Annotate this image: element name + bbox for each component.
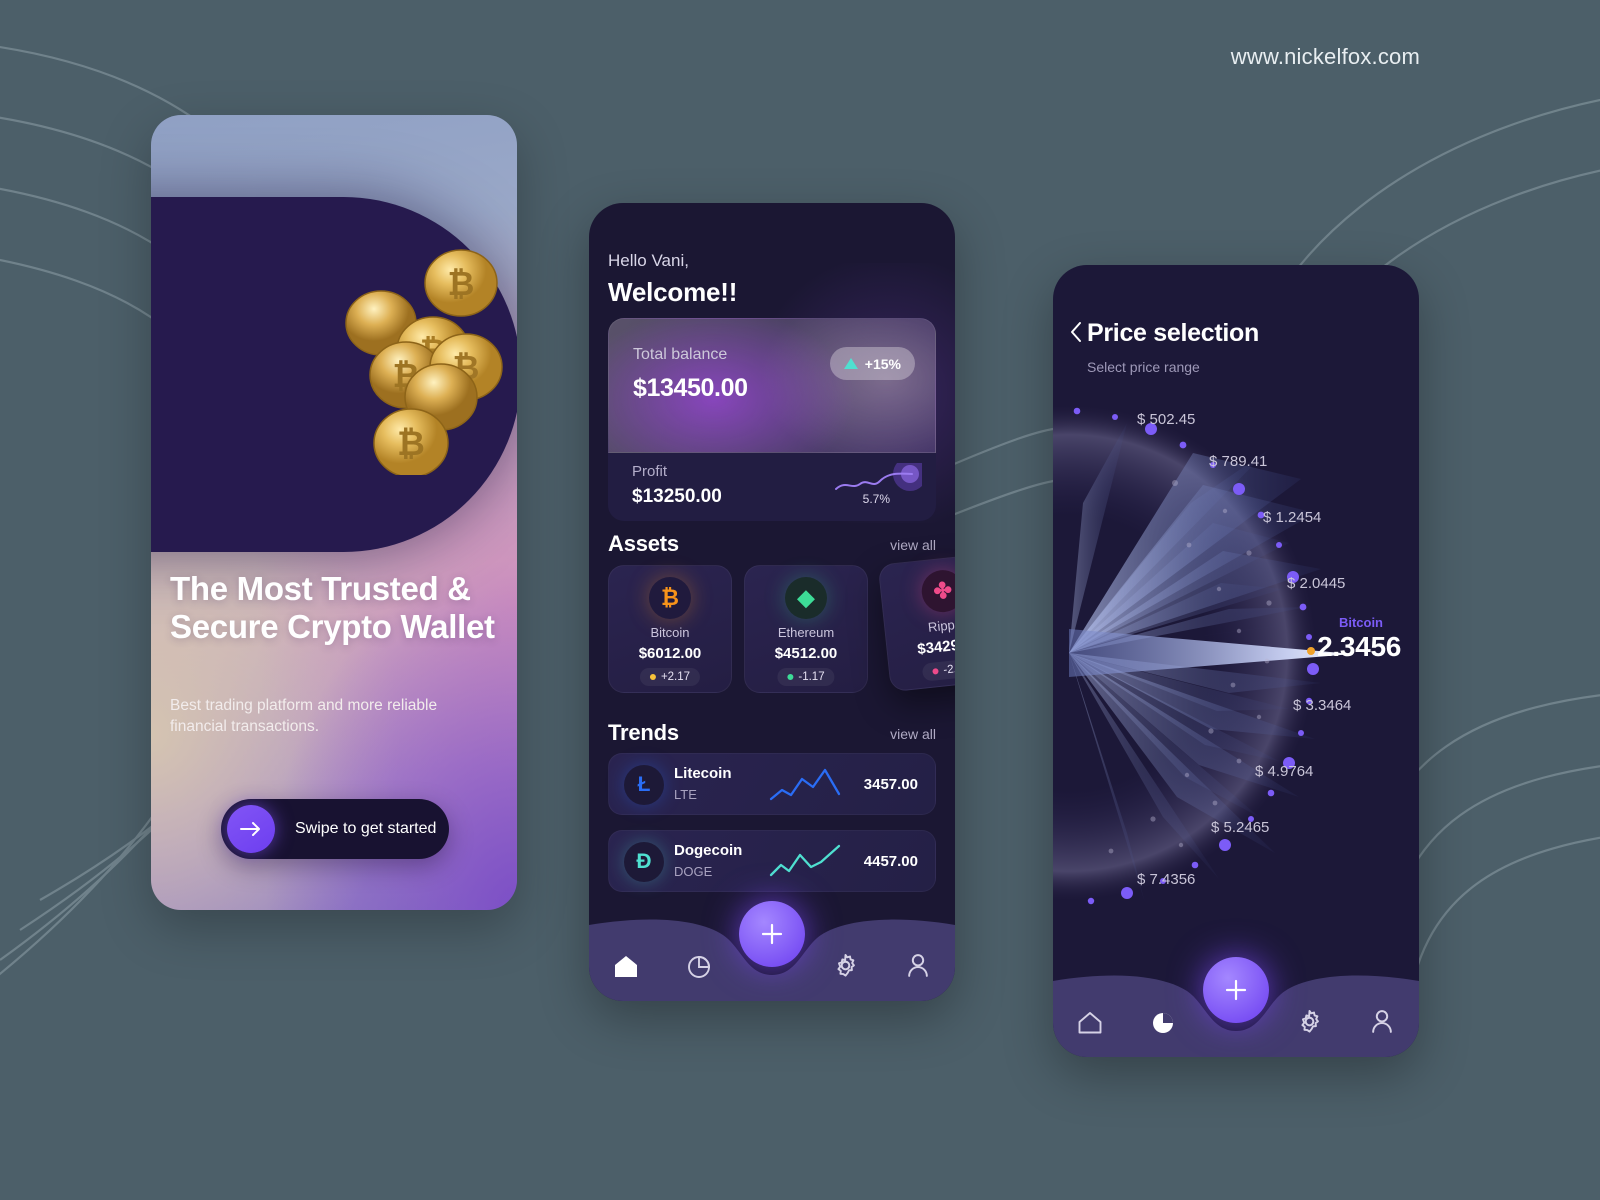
trend-row-litecoin[interactable]: Ł Litecoin LTE 3457.00 — [608, 753, 936, 815]
dogecoin-sparkline — [769, 844, 841, 877]
trend-symbol: LTE — [674, 787, 697, 802]
onboarding-subtitle: Best trading platform and more reliable … — [170, 697, 438, 736]
trend-value: 4457.00 — [863, 853, 918, 870]
back-button[interactable] — [1070, 321, 1082, 349]
nav-item-profile[interactable] — [882, 952, 955, 979]
price-label[interactable]: $ 7.4356 — [1137, 871, 1195, 888]
trend-symbol: DOGE — [674, 864, 713, 879]
pie-chart-icon — [1152, 1012, 1173, 1033]
asset-change-value: -1.17 — [798, 671, 825, 683]
profile-icon — [908, 954, 929, 977]
trend-value: 3457.00 — [863, 776, 918, 793]
nav-item-settings[interactable] — [809, 952, 882, 979]
price-label[interactable]: $ 4.9764 — [1255, 763, 1313, 780]
asset-card-bitcoin[interactable]: ₿ Bitcoin $6012.00 +2.17 — [608, 565, 732, 693]
greeting-text: Hello Vani, — [608, 251, 689, 270]
asset-price: $6012.00 — [638, 645, 702, 662]
nav-fab-spacer — [1199, 1008, 1272, 1035]
cta-label: Swipe to get started — [295, 820, 437, 837]
change-dot-icon — [932, 668, 939, 675]
pie-chart-icon — [687, 955, 710, 978]
trend-name: Litecoin — [674, 765, 732, 782]
trends-section-title: Trends — [608, 720, 679, 745]
nav-item-home[interactable] — [589, 952, 662, 979]
nav-item-settings[interactable] — [1273, 1008, 1346, 1035]
asset-change-chip: +2.17 — [639, 668, 701, 686]
profit-card[interactable]: Profit $13250.00 5.7% — [608, 453, 936, 521]
welcome-title: Welcome!! — [608, 277, 738, 307]
asset-card-ripple[interactable]: ✤ Ripple $3429.00 -2.17 — [877, 551, 955, 693]
bitcoin-icon: ₿ — [649, 577, 691, 619]
price-bottom-nav — [1053, 947, 1419, 1057]
triangle-up-icon — [843, 358, 858, 369]
dogecoin-icon: Đ — [624, 842, 664, 882]
price-label[interactable]: $ 502.45 — [1137, 411, 1195, 428]
nav-item-analytics[interactable] — [662, 952, 735, 979]
home-icon — [614, 955, 637, 977]
price-label[interactable]: $ 789.41 — [1209, 453, 1267, 470]
swipe-to-get-started-button[interactable]: Swipe to get started — [221, 799, 449, 859]
asset-name: Ripple — [927, 616, 955, 635]
change-dot-icon — [787, 674, 794, 680]
asset-price: $4512.00 — [774, 645, 838, 662]
plus-icon — [761, 923, 783, 945]
trends-view-all-link[interactable]: view all — [890, 726, 936, 742]
profit-label: Profit — [632, 463, 668, 480]
trend-row-dogecoin[interactable]: Đ Dogecoin DOGE 4457.00 — [608, 830, 936, 892]
svg-text:₿: ₿ — [397, 425, 425, 463]
asset-name: Ethereum — [777, 625, 835, 640]
asset-change-value: -2.17 — [942, 661, 955, 677]
asset-change-value: +2.17 — [660, 671, 691, 683]
profit-value: $13250.00 — [632, 486, 722, 507]
litecoin-sparkline — [769, 768, 841, 801]
total-balance-value: $13450.00 — [633, 374, 748, 402]
total-balance-label: Total balance — [633, 346, 728, 363]
asset-change-chip: -1.17 — [777, 668, 835, 686]
plus-icon — [1225, 979, 1247, 1001]
assets-section-title: Assets — [608, 531, 679, 556]
profile-icon — [1372, 1010, 1393, 1033]
dot-marker-icon — [1307, 647, 1315, 655]
change-dot-icon — [649, 674, 656, 680]
litecoin-icon: Ł — [624, 765, 664, 805]
nav-item-analytics[interactable] — [1126, 1008, 1199, 1035]
arrow-right-icon — [227, 805, 275, 853]
nav-fab-spacer — [735, 952, 808, 979]
svg-text:₿: ₿ — [448, 265, 475, 302]
ripple-icon: ✤ — [919, 568, 955, 615]
page-subtitle: Select price range — [1087, 359, 1200, 375]
home-icon — [1078, 1011, 1102, 1033]
onboarding-title: The Most Trusted & Secure Crypto Wallet — [170, 570, 495, 645]
profit-percent: 5.7% — [862, 492, 890, 506]
balance-change-value: +15% — [864, 355, 901, 372]
asset-card-ethereum[interactable]: ◆ Ethereum $4512.00 -1.17 — [744, 565, 868, 693]
balance-change-badge: +15% — [829, 347, 915, 380]
asset-change-chip: -2.17 — [921, 657, 955, 682]
nav-item-profile[interactable] — [1346, 1008, 1419, 1035]
bitcoin-coins-illustration: ₿ ₿ ₿ ₿ ₿ — [345, 249, 503, 475]
price-label[interactable]: $ 2.0445 — [1287, 575, 1345, 592]
selected-ticker-label: Bitcoin — [1338, 615, 1383, 630]
total-balance-card[interactable]: Total balance $13450.00 +15% — [608, 318, 936, 453]
settings-icon — [1301, 1009, 1319, 1033]
price-label[interactable]: $ 5.2465 — [1211, 819, 1269, 836]
trend-name: Dogecoin — [674, 842, 743, 859]
ethereum-icon: ◆ — [785, 577, 827, 619]
asset-name: Bitcoin — [650, 625, 690, 640]
site-url: www.nickelfox.com — [1230, 44, 1420, 69]
home-bottom-nav — [589, 891, 955, 1001]
price-label[interactable]: $ 1.2454 — [1263, 509, 1321, 526]
assets-view-all-link[interactable]: view all — [890, 537, 936, 553]
nav-item-home[interactable] — [1053, 1008, 1126, 1035]
price-label[interactable]: $ 3.3464 — [1293, 697, 1351, 714]
chevron-left-icon — [1071, 322, 1081, 342]
page-title: Price selection — [1087, 319, 1259, 347]
settings-icon — [837, 953, 855, 977]
price-selection-screen: Price selection Select price range $ 502… — [1053, 265, 1419, 1057]
selected-price-value: 2.3456 — [1317, 631, 1401, 662]
home-screen: Hello Vani, Welcome!! Total balance $134… — [589, 203, 955, 1001]
onboarding-screen: ₿ ₿ ₿ ₿ ₿ The Most Trusted & Secure Cryp… — [151, 115, 517, 910]
